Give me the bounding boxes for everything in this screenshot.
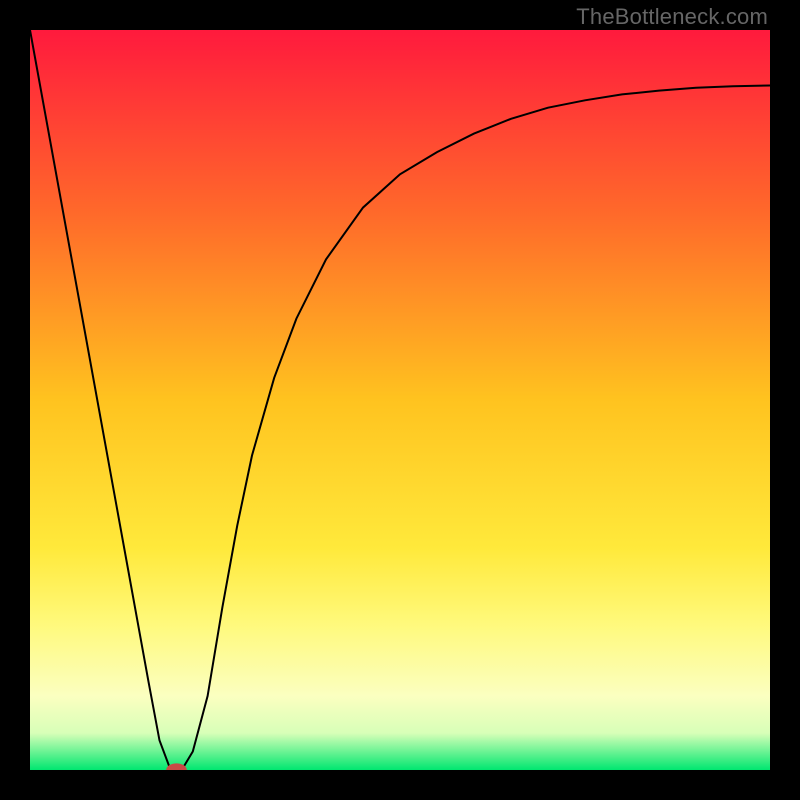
- gradient-background: [30, 30, 770, 770]
- watermark-text: TheBottleneck.com: [576, 4, 768, 30]
- bottleneck-chart: [30, 30, 770, 770]
- chart-frame: TheBottleneck.com: [0, 0, 800, 800]
